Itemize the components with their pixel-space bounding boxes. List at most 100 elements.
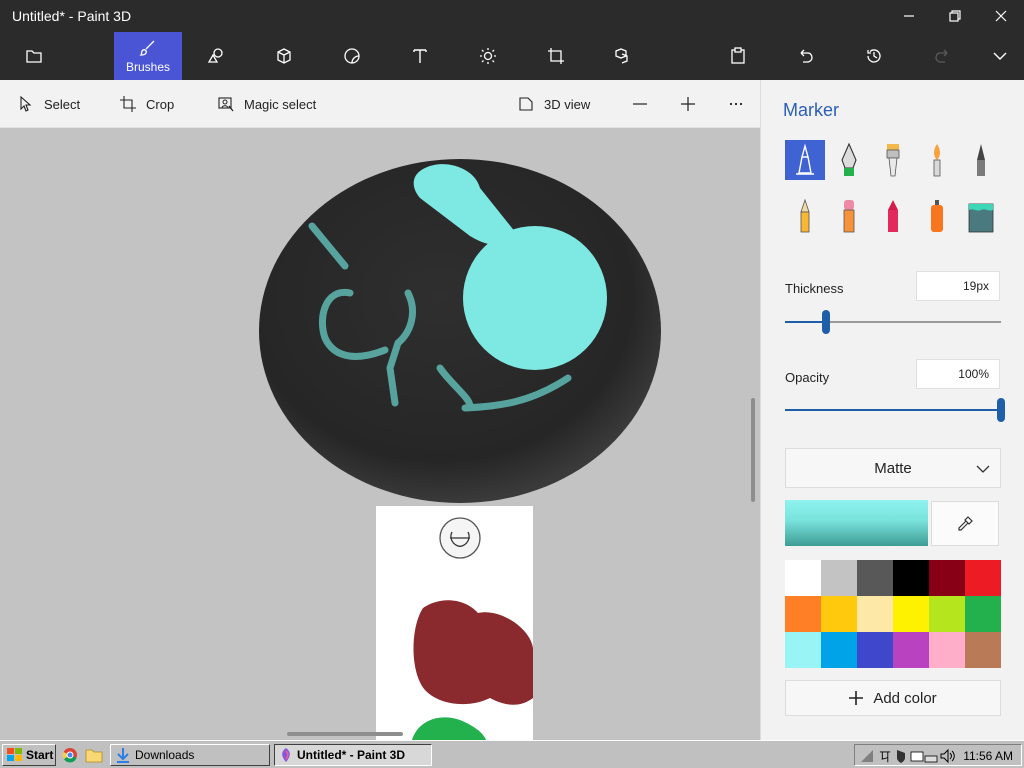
crayon-brush[interactable] bbox=[873, 196, 913, 236]
more-options-button[interactable] bbox=[726, 94, 746, 114]
paste-button[interactable] bbox=[704, 32, 772, 80]
palette-swatch[interactable] bbox=[857, 596, 893, 632]
palette-swatch[interactable] bbox=[785, 596, 821, 632]
taskbar-paint3d[interactable]: Untitled* - Paint 3D bbox=[274, 744, 432, 766]
rotate-handle-icon[interactable] bbox=[439, 517, 481, 559]
magic-select-button[interactable]: Magic select bbox=[218, 94, 316, 114]
close-icon bbox=[995, 10, 1007, 22]
undo-button[interactable] bbox=[772, 32, 840, 80]
palette-swatch[interactable] bbox=[857, 632, 893, 668]
select-label: Select bbox=[44, 96, 81, 112]
sticker-icon bbox=[344, 48, 360, 64]
horizontal-scrollbar[interactable] bbox=[287, 732, 403, 736]
spraycan-brush[interactable] bbox=[917, 196, 957, 236]
pencil-icon bbox=[800, 198, 810, 233]
crop-button[interactable]: Crop bbox=[120, 94, 174, 114]
select-button[interactable]: Select bbox=[18, 94, 80, 114]
undo-icon bbox=[800, 49, 813, 63]
spraycan-icon bbox=[931, 200, 943, 232]
brush-icon bbox=[139, 40, 155, 56]
eyedropper-button[interactable] bbox=[931, 501, 999, 546]
expand-menu-button[interactable] bbox=[966, 32, 1024, 80]
tool-effects[interactable] bbox=[454, 32, 522, 80]
paint3d-window: Untitled* - Paint 3D Brushes Select Crop… bbox=[0, 0, 1024, 768]
tool-text[interactable] bbox=[386, 32, 454, 80]
tool-brushes-label: Brushes bbox=[125, 59, 171, 74]
watercolor-icon bbox=[933, 144, 941, 177]
plus-icon bbox=[849, 691, 864, 705]
calligraphy-pen-brush[interactable] bbox=[829, 140, 869, 180]
watercolor-brush[interactable] bbox=[917, 140, 957, 180]
palette-swatch[interactable] bbox=[893, 560, 929, 596]
taskbar-downloads[interactable]: Downloads bbox=[110, 744, 270, 766]
taskbar-downloads-label: Downloads bbox=[135, 748, 195, 762]
palette-swatch[interactable] bbox=[821, 560, 857, 596]
menu-button[interactable] bbox=[0, 32, 68, 80]
paint3d-app-icon bbox=[282, 748, 290, 762]
minimize-icon bbox=[904, 15, 914, 17]
pixel-pen-brush[interactable] bbox=[961, 140, 1001, 180]
fill-brush[interactable] bbox=[961, 196, 1001, 236]
clock: 11:56 AM bbox=[963, 749, 1013, 763]
thickness-slider-fill bbox=[785, 321, 826, 323]
zoom-in-button[interactable] bbox=[678, 94, 698, 114]
effects-sun-icon bbox=[480, 48, 496, 64]
opacity-slider-thumb[interactable] bbox=[997, 398, 1005, 422]
canvas-crop-icon bbox=[548, 48, 564, 64]
more-dots-icon bbox=[729, 102, 743, 106]
zoom-out-button[interactable] bbox=[630, 94, 650, 114]
tool-stickers[interactable] bbox=[318, 32, 386, 80]
fill-icon bbox=[968, 203, 994, 233]
chrome-icon[interactable] bbox=[62, 747, 78, 763]
palette-swatch[interactable] bbox=[893, 632, 929, 668]
thickness-input[interactable]: 19px bbox=[916, 271, 1000, 301]
eraser-brush[interactable] bbox=[829, 196, 869, 236]
palette-swatch[interactable] bbox=[821, 632, 857, 668]
oil-brush[interactable] bbox=[873, 140, 913, 180]
palette-swatch[interactable] bbox=[929, 560, 965, 596]
palette-swatch[interactable] bbox=[965, 560, 1001, 596]
tool-3d-library[interactable] bbox=[590, 32, 658, 80]
palette-swatch[interactable] bbox=[785, 560, 821, 596]
text-icon bbox=[413, 49, 427, 63]
3d-view-button[interactable]: 3D view bbox=[518, 94, 590, 114]
palette-swatch[interactable] bbox=[857, 560, 893, 596]
tool-3d-shapes[interactable] bbox=[250, 32, 318, 80]
palette-swatch[interactable] bbox=[893, 596, 929, 632]
finish-value: Matte bbox=[874, 460, 912, 477]
tool-brushes[interactable]: Brushes bbox=[114, 32, 182, 80]
thickness-slider-thumb[interactable] bbox=[822, 310, 830, 334]
palette-swatch[interactable] bbox=[929, 632, 965, 668]
finish-dropdown[interactable]: Matte bbox=[785, 448, 1001, 488]
3d-library-icon bbox=[615, 48, 628, 64]
opacity-input[interactable]: 100% bbox=[916, 359, 1000, 389]
palette-swatch[interactable] bbox=[965, 596, 1001, 632]
tool-canvas[interactable] bbox=[522, 32, 590, 80]
marker-brush[interactable] bbox=[785, 140, 825, 180]
folder-icon bbox=[26, 50, 42, 63]
tool-2d-shapes[interactable] bbox=[182, 32, 250, 80]
palette-swatch[interactable] bbox=[821, 596, 857, 632]
close-button[interactable] bbox=[978, 0, 1024, 32]
add-color-button[interactable]: Add color bbox=[785, 680, 1001, 716]
drawing-canvas[interactable] bbox=[0, 128, 760, 740]
thickness-label: Thickness bbox=[785, 281, 844, 296]
magic-select-label: Magic select bbox=[244, 96, 317, 112]
tray-icons[interactable]: 㔿 bbox=[859, 748, 959, 764]
vertical-scrollbar[interactable] bbox=[751, 398, 755, 502]
palette-swatch[interactable] bbox=[965, 632, 1001, 668]
palette-swatch[interactable] bbox=[785, 632, 821, 668]
opacity-label: Opacity bbox=[785, 370, 830, 385]
history-button[interactable] bbox=[840, 32, 908, 80]
palette-swatch[interactable] bbox=[929, 596, 965, 632]
taskbar: Start Downloads Untitled* - Paint 3D 㔿 1… bbox=[0, 740, 1024, 768]
crayon-icon bbox=[888, 200, 898, 232]
current-color-swatch[interactable] bbox=[785, 500, 928, 546]
minimize-button[interactable] bbox=[886, 0, 932, 32]
restore-button[interactable] bbox=[932, 0, 978, 32]
file-explorer-icon[interactable] bbox=[85, 747, 103, 763]
start-button[interactable]: Start bbox=[2, 744, 56, 766]
pencil-brush[interactable] bbox=[785, 196, 825, 236]
svg-text:㔿: 㔿 bbox=[879, 750, 891, 764]
eyedropper-icon bbox=[958, 515, 973, 531]
